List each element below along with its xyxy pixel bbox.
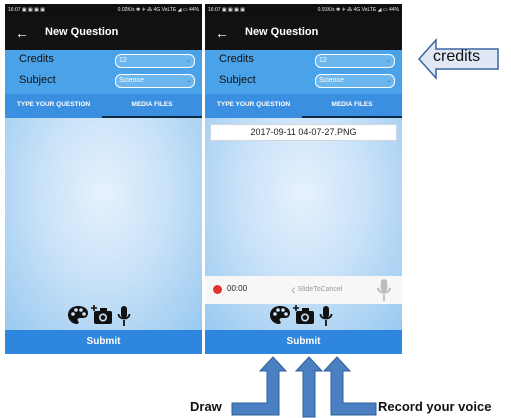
credits-value: 12 bbox=[119, 57, 127, 64]
app-bar: ← New Question bbox=[5, 17, 202, 50]
media-file-item[interactable]: 2017-09-11 04-07-27.PNG bbox=[210, 124, 397, 141]
credits-select[interactable]: 12 ⌄ bbox=[315, 54, 395, 68]
question-text-area[interactable] bbox=[5, 118, 202, 332]
palette-icon[interactable] bbox=[67, 305, 89, 325]
add-camera-icon[interactable] bbox=[91, 305, 113, 325]
page-title: New Question bbox=[245, 26, 319, 38]
chevron-left-icon: ‹ bbox=[291, 281, 296, 297]
chevron-down-icon: ⌄ bbox=[385, 78, 391, 84]
chevron-down-icon: ⌄ bbox=[185, 58, 191, 64]
record-dot-icon bbox=[213, 285, 222, 294]
record-timer: 00:00 bbox=[227, 284, 248, 293]
tab-type-your-question[interactable]: TYPE YOUR QUESTION bbox=[205, 94, 302, 118]
status-bar: 16:07 ▣ ▣ ▣ ▣ 0.91K/s ✱ ✈ ⁂ 4G VoLTE ◢ ▭… bbox=[205, 4, 402, 17]
status-right: 0.91K/s ✱ ✈ ⁂ 4G VoLTE ◢ ▭ 44% bbox=[317, 7, 399, 13]
mic-icon[interactable] bbox=[375, 278, 393, 302]
palette-icon[interactable] bbox=[269, 305, 291, 325]
app-bar: ← New Question bbox=[205, 17, 402, 50]
question-form: Credits 12 ⌄ Subject Science ⌄ bbox=[205, 50, 402, 94]
subject-value: Science bbox=[119, 77, 144, 84]
credits-value: 12 bbox=[319, 57, 327, 64]
record-voice-annotation-label: Record your voice bbox=[378, 399, 492, 414]
page-title: New Question bbox=[45, 26, 119, 38]
back-arrow-icon[interactable]: ← bbox=[15, 23, 29, 43]
credits-select[interactable]: 12 ⌄ bbox=[115, 54, 195, 68]
status-left: 16:07 ▣ ▣ ▣ ▣ bbox=[8, 7, 45, 13]
slide-to-cancel[interactable]: ‹ SlideToCancel bbox=[291, 281, 342, 298]
phone-screenshot-type-question: 16:07 ▣ ▣ ▣ ▣ 0.02K/s ✱ ✈ ⁂ 4G VoLTE ◢ ▭… bbox=[5, 4, 202, 354]
tab-bar: TYPE YOUR QUESTION MEDIA FILES bbox=[5, 94, 202, 118]
chevron-down-icon: ⌄ bbox=[185, 78, 191, 84]
chevron-down-icon: ⌄ bbox=[385, 58, 391, 64]
tab-bar: TYPE YOUR QUESTION MEDIA FILES bbox=[205, 94, 402, 118]
back-arrow-icon[interactable]: ← bbox=[215, 23, 229, 43]
voice-record-bar: 00:00 ‹ SlideToCancel bbox=[205, 276, 402, 304]
tab-type-your-question[interactable]: TYPE YOUR QUESTION bbox=[5, 94, 102, 118]
question-form: Credits 12 ⌄ Subject Science ⌄ bbox=[5, 50, 202, 94]
tab-media-files[interactable]: MEDIA FILES bbox=[302, 94, 402, 118]
submit-button[interactable]: Submit bbox=[5, 330, 202, 354]
add-camera-icon[interactable] bbox=[293, 305, 315, 325]
credits-label: Credits bbox=[19, 53, 54, 65]
subject-select[interactable]: Science ⌄ bbox=[315, 74, 395, 88]
tab-media-files[interactable]: MEDIA FILES bbox=[102, 94, 202, 118]
mic-icon[interactable] bbox=[117, 305, 131, 327]
subject-value: Science bbox=[319, 77, 344, 84]
annotation-up-arrows bbox=[231, 356, 377, 418]
mic-icon[interactable] bbox=[319, 305, 333, 327]
submit-button[interactable]: Submit bbox=[205, 330, 402, 354]
credits-callout-label: credits bbox=[433, 48, 481, 65]
subject-select[interactable]: Science ⌄ bbox=[115, 74, 195, 88]
status-right: 0.02K/s ✱ ✈ ⁂ 4G VoLTE ◢ ▭ 44% bbox=[117, 7, 199, 13]
tool-row bbox=[205, 302, 402, 330]
status-bar: 16:07 ▣ ▣ ▣ ▣ 0.02K/s ✱ ✈ ⁂ 4G VoLTE ◢ ▭… bbox=[5, 4, 202, 17]
media-files-panel: 2017-09-11 04-07-27.PNG 00:00 ‹ SlideToC… bbox=[205, 118, 402, 332]
subject-label: Subject bbox=[19, 74, 56, 86]
credits-label: Credits bbox=[219, 53, 254, 65]
slide-to-cancel-label: SlideToCancel bbox=[297, 285, 343, 293]
phone-screenshot-media-files: 16:07 ▣ ▣ ▣ ▣ 0.91K/s ✱ ✈ ⁂ 4G VoLTE ◢ ▭… bbox=[205, 4, 402, 354]
subject-label: Subject bbox=[219, 74, 256, 86]
status-left: 16:07 ▣ ▣ ▣ ▣ bbox=[208, 7, 245, 13]
draw-annotation-label: Draw bbox=[190, 399, 222, 414]
tool-row bbox=[5, 302, 202, 330]
